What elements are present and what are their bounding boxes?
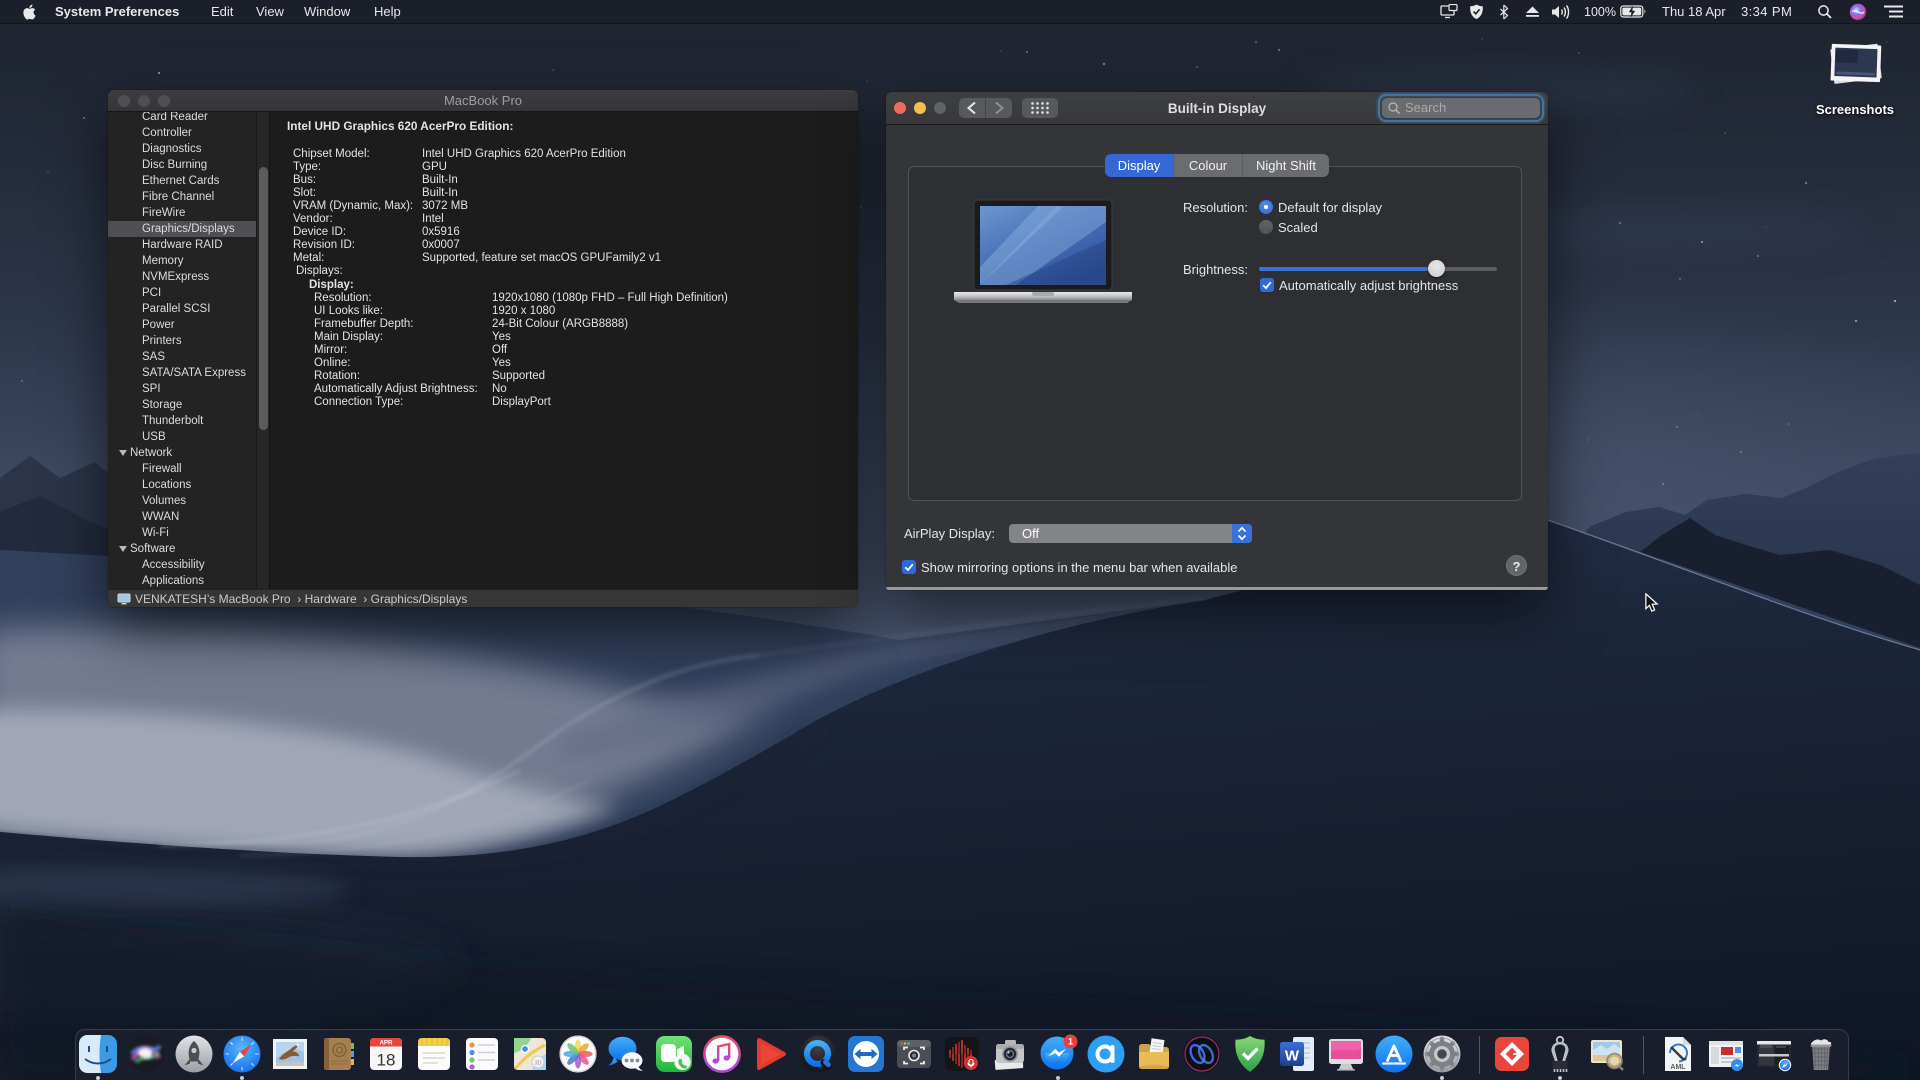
svg-text:1: 1 xyxy=(1068,1036,1073,1046)
svg-text:AML: AML xyxy=(1670,1064,1686,1071)
svg-text:W: W xyxy=(1285,1048,1300,1065)
svg-text:18: 18 xyxy=(377,1051,396,1070)
svg-text:3D: 3D xyxy=(534,1061,541,1067)
svg-text:APR: APR xyxy=(379,1040,393,1047)
